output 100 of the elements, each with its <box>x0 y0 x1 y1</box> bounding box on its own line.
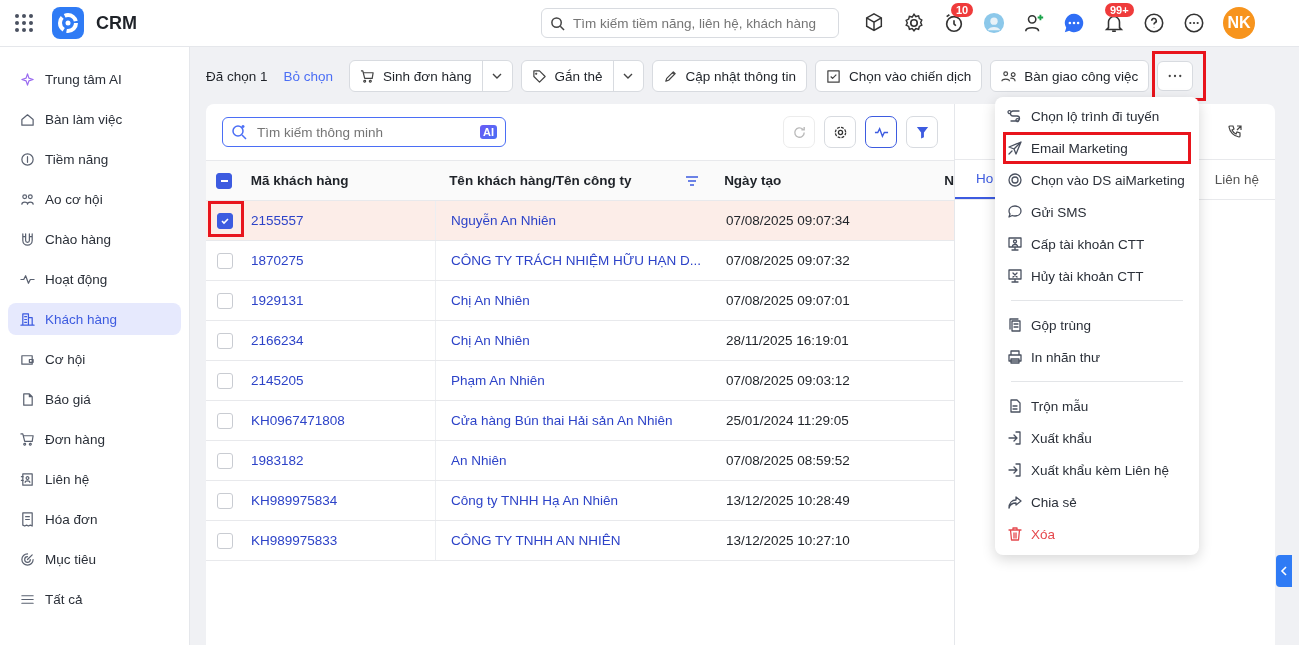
panel-tab[interactable]: Liên hệ <box>1210 160 1263 199</box>
apps-grid-icon[interactable] <box>14 13 34 33</box>
more-icon[interactable] <box>1183 12 1205 34</box>
menu-item[interactable]: Hủy tài khoản CTT <box>1003 260 1191 292</box>
column-header: Mã khách hàng <box>249 173 350 188</box>
customer-code-link[interactable]: KH989975834 <box>251 493 338 508</box>
clear-selection-link[interactable]: Bỏ chọn <box>283 68 334 84</box>
target-icon <box>20 551 35 567</box>
menu-item[interactable]: Chia sẻ <box>1003 486 1191 518</box>
more-icon <box>1168 74 1183 78</box>
pencil-icon <box>662 68 678 84</box>
sidebar-item[interactable]: Chào hàng <box>8 223 181 255</box>
tag-icon <box>531 68 547 84</box>
people-icon <box>20 191 35 207</box>
menu-item[interactable]: Chọn lộ trình đi tuyến <box>1003 100 1191 132</box>
smart-search-field[interactable]: Tìm kiếm thông minh AI <box>222 117 506 147</box>
customer-name-link[interactable]: Chị An Nhiên <box>451 333 530 348</box>
action-button[interactable]: Chọn vào chiến dịch <box>815 61 982 91</box>
sidebar-item[interactable]: Hóa đơn <box>8 503 181 535</box>
home-icon <box>20 111 35 127</box>
route-icon <box>1007 108 1023 124</box>
sidebar-item[interactable]: Khách hàng <box>8 303 181 335</box>
customer-name-link[interactable]: CÔNG TY TNHH AN NHIÊN <box>451 533 621 548</box>
menu-item[interactable]: Xuất khẩu kèm Liên hệ <box>1003 454 1191 486</box>
add-user-icon[interactable] <box>1023 12 1045 34</box>
magnet-icon <box>20 231 35 247</box>
timer-icon[interactable] <box>943 12 965 34</box>
customer-name-link[interactable]: Chị An Nhiên <box>451 293 530 308</box>
activity-button[interactable] <box>865 116 897 148</box>
settings-button[interactable] <box>824 116 856 148</box>
cube-search-icon[interactable] <box>863 12 885 34</box>
notification-badge: 10 <box>951 3 974 17</box>
sidebar-item[interactable]: Ao cơ hội <box>8 183 181 215</box>
help-icon[interactable] <box>1143 12 1165 34</box>
collapse-handle[interactable] <box>1276 555 1292 587</box>
search-field[interactable]: Tìm kiếm tiềm năng, liên hệ, khách hàng <box>541 8 839 38</box>
customer-code-link[interactable]: 2155557 <box>251 213 304 228</box>
phone-icon[interactable] <box>1227 123 1243 140</box>
customer-name-link[interactable]: Cửa hàng Bún thai Hải sản An Nhiên <box>451 413 673 428</box>
column-header: N <box>943 173 954 188</box>
monitor-user-icon <box>1007 236 1023 252</box>
action-button[interactable]: Cập nhật thông tin <box>652 61 806 91</box>
menu-item[interactable]: Xuất khẩu <box>1003 422 1191 454</box>
table-cell-text: 13/12/2025 10:28:49 <box>725 492 851 510</box>
customer-name-link[interactable]: Phạm An Nhiên <box>451 373 545 388</box>
sidebar-item[interactable]: Cơ hội <box>8 343 181 375</box>
document-icon <box>20 391 35 407</box>
filter-icon <box>914 124 930 140</box>
select-all-checkbox[interactable] <box>216 172 233 189</box>
customer-name-link[interactable]: Công ty TNHH Hạ An Nhiên <box>451 493 619 508</box>
pulse-icon <box>873 124 889 140</box>
cart-icon <box>20 431 35 447</box>
sidebar-item[interactable]: Hoạt động <box>8 263 181 295</box>
refresh-icon <box>791 124 807 140</box>
customer-name-link[interactable]: CÔNG TY TRÁCH NHIỆM HỮU HẠN D... <box>451 253 702 268</box>
settings-icon[interactable] <box>903 12 925 34</box>
checkbox-icon <box>825 68 841 84</box>
sidebar-item[interactable]: Liên hệ <box>8 463 181 495</box>
customer-code-link[interactable]: KH989975833 <box>251 533 338 548</box>
sidebar-item[interactable]: Tiềm năng <box>8 143 181 175</box>
sidebar-item[interactable]: Mục tiêu <box>8 543 181 575</box>
customer-code-link[interactable]: 1870275 <box>251 253 304 268</box>
menu-item[interactable]: Gộp trùng <box>1003 309 1191 341</box>
row-checkbox[interactable] <box>216 212 233 229</box>
menu-item[interactable]: Xóa <box>1003 518 1191 550</box>
settings-icon <box>832 124 848 140</box>
smart-search-input[interactable]: Tìm kiếm thông minh <box>255 123 472 141</box>
monitor-x-icon <box>1007 268 1023 284</box>
customer-code-link[interactable]: 1983182 <box>251 453 304 468</box>
table-cell-text: 13/12/2025 10:27:10 <box>725 532 851 550</box>
target-icon <box>1007 172 1023 188</box>
sidebar-item[interactable]: Tất cả <box>8 583 181 615</box>
export-icon <box>1007 462 1023 478</box>
ai-badge: AI <box>480 125 497 139</box>
action-button[interactable]: Bàn giao công việc <box>991 61 1149 91</box>
menu-item[interactable]: In nhãn thư <box>1003 341 1191 373</box>
sidebar-item[interactable]: Trung tâm AI <box>8 63 181 95</box>
sidebar-item[interactable]: Bàn làm việc <box>8 103 181 135</box>
customer-code-link[interactable]: 1929131 <box>251 293 304 308</box>
receipt-icon <box>20 511 35 527</box>
customer-code-link[interactable]: KH0967471808 <box>251 413 345 428</box>
table-cell-text: 07/08/2025 09:07:32 <box>725 252 851 270</box>
customer-name-link[interactable]: An Nhiên <box>451 453 507 468</box>
customer-code-link[interactable]: 2145205 <box>251 373 304 388</box>
filter-button[interactable] <box>906 116 938 148</box>
table-cell-text: 28/11/2025 16:19:01 <box>725 332 850 350</box>
customer-name-link[interactable]: Nguyễn An Nhiên <box>451 213 557 228</box>
chat-bubble-icon <box>1007 204 1023 220</box>
sidebar-item[interactable]: Đơn hàng <box>8 423 181 455</box>
menu-item[interactable]: Gửi SMS <box>1003 196 1191 228</box>
copy-icon <box>1007 317 1023 333</box>
menu-item[interactable]: Cấp tài khoản CTT <box>1003 228 1191 260</box>
menu-item[interactable]: Trộn mẫu <box>1003 390 1191 422</box>
document-icon <box>1007 398 1023 414</box>
chat-icon[interactable] <box>1063 12 1085 34</box>
filter-lines-icon[interactable] <box>685 174 700 187</box>
users-icon <box>1001 68 1017 84</box>
sidebar-item[interactable]: Báo giá <box>8 383 181 415</box>
table-cell-text: 07/08/2025 08:59:52 <box>725 452 851 470</box>
customer-code-link[interactable]: 2166234 <box>251 333 304 348</box>
